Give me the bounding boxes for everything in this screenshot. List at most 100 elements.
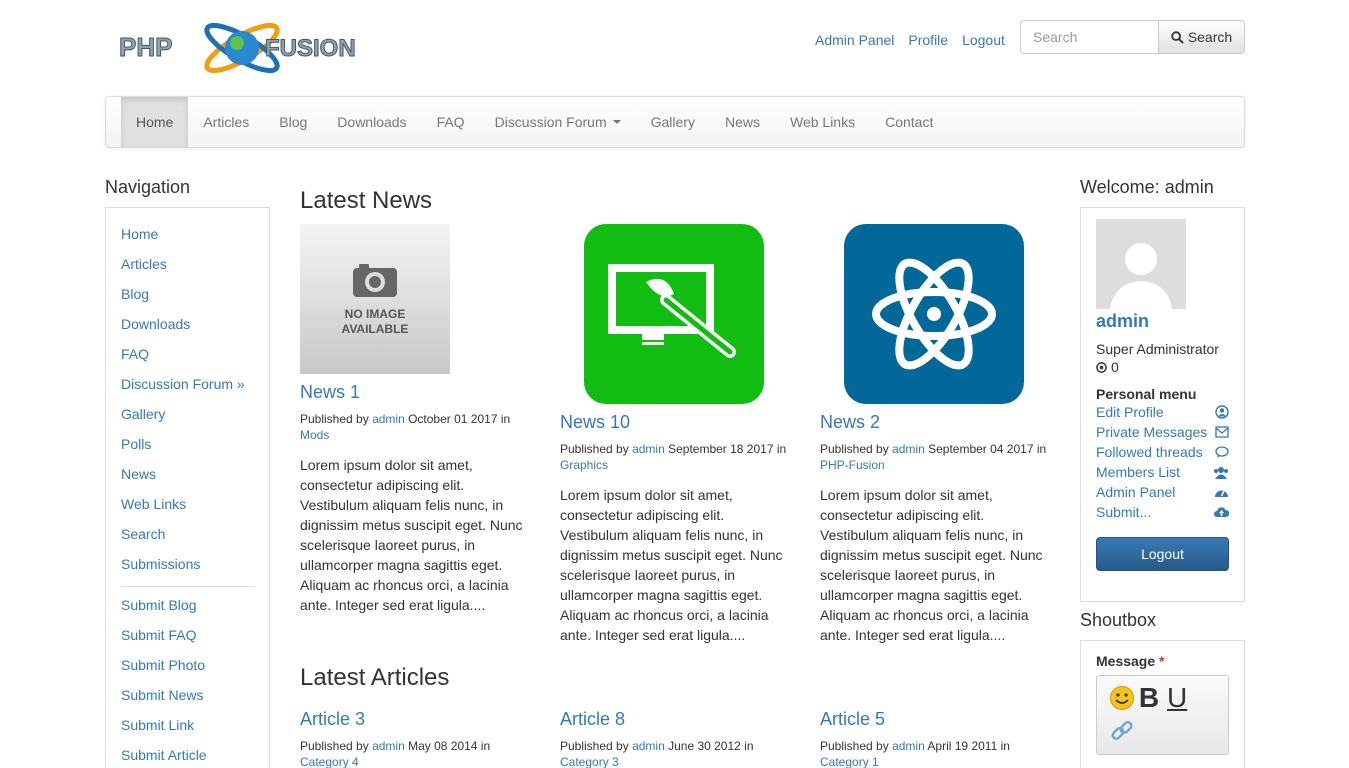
- published-by-label: Published by: [820, 739, 889, 753]
- article-title-link[interactable]: Article 3: [300, 709, 530, 730]
- nav-news[interactable]: News: [710, 97, 775, 147]
- search-input[interactable]: [1020, 20, 1158, 54]
- news-date: October 01 2017 in: [408, 412, 511, 426]
- main-navbar: Home Articles Blog Downloads FAQ Discuss…: [105, 96, 1245, 148]
- sidebar-link-web-links[interactable]: Web Links: [121, 493, 254, 523]
- nav-blog[interactable]: Blog: [264, 97, 322, 147]
- category-link[interactable]: Category 1: [820, 755, 879, 768]
- category-link[interactable]: Graphics: [560, 458, 608, 472]
- article-meta: Published by admin May 08 2014 in Categor…: [300, 738, 530, 768]
- top-link-logout[interactable]: Logout: [962, 32, 1005, 48]
- search-form: Search: [1020, 20, 1245, 54]
- sidebar-link-submit-faq[interactable]: Submit FAQ: [121, 624, 254, 654]
- menu-submit[interactable]: Submit...: [1096, 502, 1229, 522]
- latest-news-title: Latest News: [300, 187, 433, 214]
- menu-members-list[interactable]: Members List: [1096, 462, 1229, 482]
- article-date: June 30 2012 in: [668, 739, 754, 753]
- nav-gallery[interactable]: Gallery: [636, 97, 710, 147]
- sidebar-link-polls[interactable]: Polls: [121, 433, 254, 463]
- latest-articles-title: Latest Articles: [300, 664, 450, 691]
- sidebar-link-articles[interactable]: Articles: [121, 253, 254, 283]
- sidebar-link-blog[interactable]: Blog: [121, 283, 254, 313]
- category-link[interactable]: Category 3: [560, 755, 619, 768]
- required-mark: *: [1159, 653, 1165, 669]
- article-card: Article 8 Published by admin June 30 201…: [560, 709, 790, 768]
- author-link[interactable]: admin: [892, 739, 925, 753]
- menu-label: Members List: [1096, 464, 1181, 480]
- author-link[interactable]: admin: [372, 412, 405, 426]
- menu-label: Edit Profile: [1096, 404, 1164, 420]
- nav-contact[interactable]: Contact: [870, 97, 948, 147]
- nav-discussion-forum[interactable]: Discussion Forum: [480, 97, 636, 147]
- site-logo[interactable]: PHP FUSION: [117, 10, 367, 85]
- menu-private-messages[interactable]: Private Messages: [1096, 422, 1229, 442]
- top-links: Admin Panel Profile Logout: [815, 32, 1005, 48]
- sidebar-divider: [121, 586, 254, 587]
- published-by-label: Published by: [560, 739, 629, 753]
- sidebar-link-discussion-forum[interactable]: Discussion Forum »: [121, 373, 254, 403]
- message-label-text: Message: [1096, 653, 1156, 669]
- menu-label: Private Messages: [1096, 424, 1208, 440]
- users-icon: [1214, 466, 1228, 479]
- nav-downloads[interactable]: Downloads: [322, 97, 421, 147]
- sidebar-link-search[interactable]: Search: [121, 523, 254, 553]
- sidebar-link-submit-blog[interactable]: Submit Blog: [121, 594, 254, 624]
- nav-home[interactable]: Home: [121, 97, 189, 147]
- author-link[interactable]: admin: [372, 739, 405, 753]
- news-thumbnail-no-image[interactable]: NO IMAGE AVAILABLE: [300, 224, 450, 374]
- news-thumbnail-graphics[interactable]: [584, 224, 764, 404]
- news-meta: Published by admin September 04 2017 in P…: [820, 441, 1050, 473]
- logo-text-left: PHP: [119, 32, 172, 62]
- username-link[interactable]: admin: [1096, 311, 1229, 332]
- category-link[interactable]: Mods: [300, 428, 329, 442]
- monitor-brush-icon: [608, 264, 736, 358]
- article-title-link[interactable]: Article 8: [560, 709, 790, 730]
- nav-web-links[interactable]: Web Links: [775, 97, 870, 147]
- sidebar-link-submit-article[interactable]: Submit Article: [121, 744, 254, 768]
- caret-down-icon: [612, 120, 621, 124]
- menu-label: Followed threads: [1096, 444, 1203, 460]
- news-title-link[interactable]: News 1: [300, 382, 530, 403]
- search-button[interactable]: Search: [1158, 20, 1245, 54]
- top-link-profile[interactable]: Profile: [908, 32, 948, 48]
- author-link[interactable]: admin: [632, 739, 665, 753]
- nav-label: News: [724, 114, 760, 130]
- smiley-icon[interactable]: [1109, 685, 1135, 711]
- news-thumbnail-php-fusion[interactable]: [844, 224, 1024, 404]
- sidebar-link-submit-news[interactable]: Submit News: [121, 684, 254, 714]
- menu-edit-profile[interactable]: Edit Profile: [1096, 402, 1229, 422]
- author-link[interactable]: admin: [892, 442, 925, 456]
- menu-followed-threads[interactable]: Followed threads: [1096, 442, 1229, 462]
- news-title-link[interactable]: News 10: [560, 412, 790, 433]
- top-link-admin-panel[interactable]: Admin Panel: [815, 32, 894, 48]
- news-date: September 18 2017 in: [668, 442, 787, 456]
- article-card: Article 3 Published by admin May 08 2014…: [300, 709, 530, 768]
- menu-admin-panel[interactable]: Admin Panel: [1096, 482, 1229, 502]
- underline-button[interactable]: U: [1167, 682, 1187, 714]
- news-title-link[interactable]: News 2: [820, 412, 1050, 433]
- shoutbox-panel: Message * B U: [1080, 640, 1245, 768]
- nav-articles[interactable]: Articles: [188, 97, 264, 147]
- sidebar-link-gallery[interactable]: Gallery: [121, 403, 254, 433]
- menu-label: Admin Panel: [1096, 484, 1176, 500]
- sidebar-link-submissions[interactable]: Submissions: [121, 553, 254, 583]
- user-role: Super Administrator: [1096, 341, 1219, 357]
- category-link[interactable]: PHP-Fusion: [820, 458, 885, 472]
- author-link[interactable]: admin: [632, 442, 665, 456]
- category-link[interactable]: Category 4: [300, 755, 359, 768]
- article-title-link[interactable]: Article 5: [820, 709, 1050, 730]
- no-image-text: NO IMAGE AVAILABLE: [341, 307, 409, 336]
- nav-faq[interactable]: FAQ: [422, 97, 480, 147]
- sidebar-link-downloads[interactable]: Downloads: [121, 313, 254, 343]
- sidebar-link-submit-photo[interactable]: Submit Photo: [121, 654, 254, 684]
- link-button[interactable]: [1109, 718, 1216, 747]
- sidebar-link-submit-link[interactable]: Submit Link: [121, 714, 254, 744]
- logout-button[interactable]: Logout: [1096, 537, 1229, 571]
- avatar[interactable]: [1096, 219, 1186, 309]
- sidebar-link-news[interactable]: News: [121, 463, 254, 493]
- news-excerpt: Lorem ipsum dolor sit amet, consectetur …: [560, 487, 783, 643]
- sidebar-link-faq[interactable]: FAQ: [121, 343, 254, 373]
- sidebar-link-home[interactable]: Home: [121, 223, 254, 253]
- bold-button[interactable]: B: [1139, 682, 1159, 714]
- shoutbox-title: Shoutbox: [1080, 610, 1157, 630]
